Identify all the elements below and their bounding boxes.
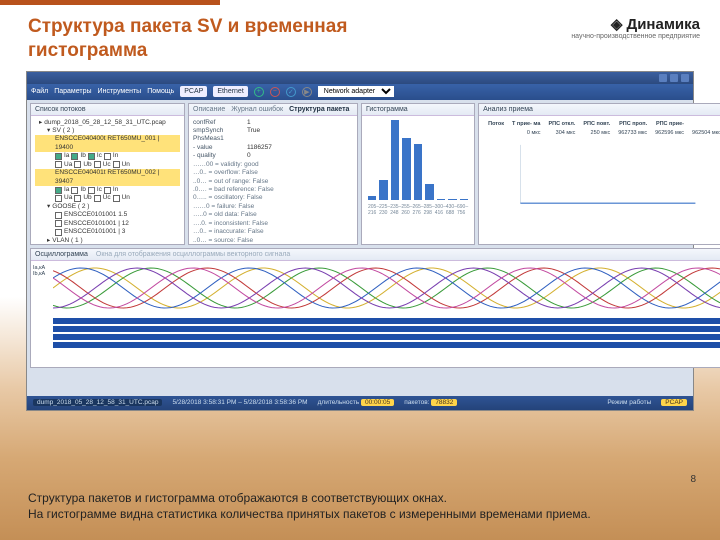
menu-params[interactable]: Параметры [54, 88, 91, 95]
streams-panel: Список потоков ▸ dump_2018_05_28_12_58_3… [30, 103, 185, 245]
mode-ethernet-button[interactable]: Ethernet [213, 86, 247, 97]
page-number: 8 [690, 474, 696, 485]
tree-goose-item[interactable]: ENSCCE0101001 | 3 [35, 228, 180, 236]
adapter-select[interactable]: Network adapter [318, 86, 394, 97]
brand-logo: ◈ Динамика научно-производственное предп… [571, 15, 700, 63]
menu-tools[interactable]: Инструменты [98, 88, 142, 95]
maximize-icon[interactable] [670, 74, 678, 82]
tab-errors[interactable]: Журнал ошибок [231, 106, 283, 113]
tree-goose-group[interactable]: ▾ GOOSE ( 2 ) [35, 203, 180, 211]
app-window: Файл Параметры Инструменты Помощь PCAP E… [26, 71, 694, 411]
status-bar: dump_2018_05_28_12_58_31_UTC.pcap 5/28/2… [27, 396, 693, 410]
minimize-icon[interactable] [659, 74, 667, 82]
oscillogram-chart [53, 263, 720, 313]
tree-sv-group[interactable]: ▾ SV ( 2 ) [35, 127, 180, 135]
analysis-panel: Анализ приема ПотокT прие- маРПС откл.РП… [478, 103, 720, 245]
analysis-chart [483, 139, 720, 209]
mode-pcap-button[interactable]: PCAP [180, 86, 207, 97]
status-file: dump_2018_05_28_12_58_31_UTC.pcap [33, 399, 162, 406]
status-range: 5/28/2018 3:58:31 PM – 5/28/2018 3:58:36… [172, 399, 307, 406]
tree-phase-row[interactable]: Ia Ib Ic In [35, 186, 180, 194]
structure-panel: Описание Журнал ошибок Структура пакета … [188, 103, 358, 245]
histogram-panel: Гистограмма 205–216225–230235–248255–260… [361, 103, 475, 245]
close-icon[interactable] [681, 74, 689, 82]
slide-caption: Структура пакетов и гистограмма отобража… [28, 490, 692, 522]
histogram-title: Гистограмма [366, 106, 408, 113]
oscillogram-title: Осциллограмма [35, 251, 88, 258]
play-icon[interactable]: ▶ [302, 87, 312, 97]
histogram-chart [362, 116, 474, 204]
tree-phase-row[interactable]: Ua Ub Uc Un [35, 194, 180, 202]
window-titlebar[interactable] [27, 72, 693, 84]
slide-title: Структура пакета SV и временная гистогра… [28, 15, 408, 63]
digital-tracks [53, 316, 720, 350]
tree-sv-item[interactable]: ENSCCE040401t RET650MU_002 | 39407 [35, 169, 180, 186]
oscillogram-hint: Окна для отображения осциллограммы векто… [96, 251, 290, 258]
tree-phase-row[interactable]: Ua Ub Uc Un [35, 161, 180, 169]
tree-vlan-group[interactable]: ▸ VLAN ( 1 ) [35, 237, 180, 244]
analysis-table: ПотокT прие- маРПС откл.РПС повт.РПС про… [483, 119, 720, 139]
tree-root[interactable]: ▸ dump_2018_05_28_12_58_31_UTC.pcap [35, 119, 180, 127]
menu-help[interactable]: Помощь [147, 88, 174, 95]
analysis-title: Анализ приема [483, 106, 533, 113]
status-packets: 78832 [431, 399, 457, 406]
tree-sv-item[interactable]: ENSCCE040400t RET650MU_001 | 19400 [35, 135, 180, 152]
oscillogram-panel: Осциллограмма Окна для отображения осцил… [30, 248, 720, 368]
tree-goose-item[interactable]: ENSCCE0101001 | 12 [35, 220, 180, 228]
main-toolbar: Файл Параметры Инструменты Помощь PCAP E… [27, 84, 693, 100]
tab-structure[interactable]: Структура пакета [289, 106, 349, 113]
apply-icon[interactable]: ✓ [286, 87, 296, 97]
remove-icon[interactable]: − [270, 87, 280, 97]
tree-phase-row[interactable]: Ia Ib Ic In [35, 152, 180, 160]
tab-description[interactable]: Описание [193, 106, 225, 113]
menu-file[interactable]: Файл [31, 88, 48, 95]
status-mode: PCAP [661, 399, 687, 406]
streams-title: Список потоков [35, 106, 86, 113]
tree-goose-item[interactable]: ENSCCE0101001 1.5 [35, 211, 180, 219]
add-icon[interactable]: + [254, 87, 264, 97]
status-duration: 00:00:05 [361, 399, 394, 406]
